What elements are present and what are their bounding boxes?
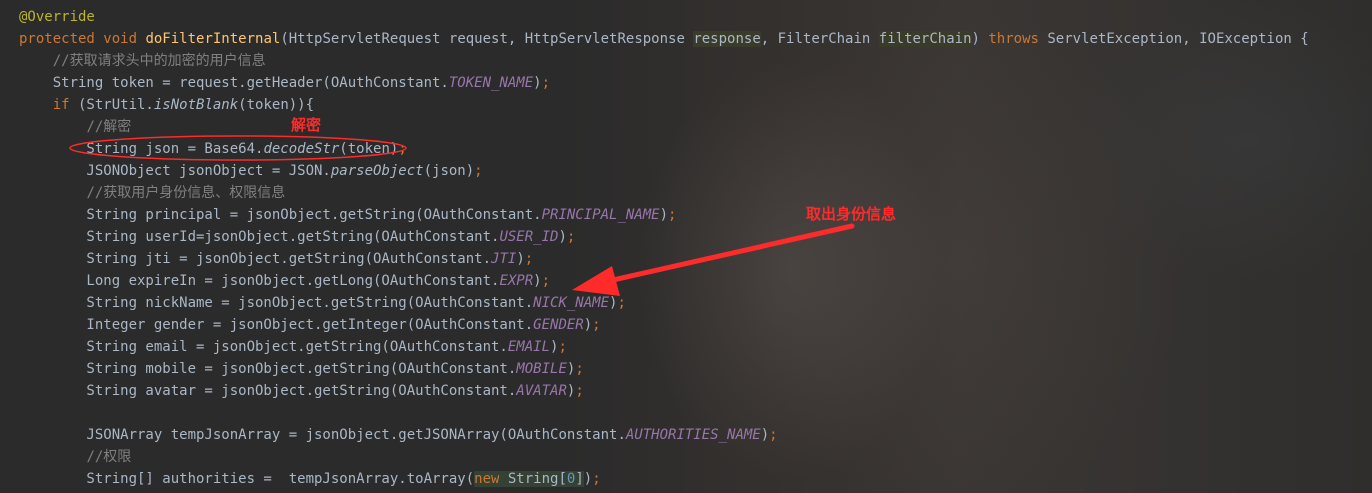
annotation-layer [69,135,855,296]
decrypt-annotation: 解密 [291,116,322,134]
arrow-icon [572,223,855,296]
identity-annotation: 取出身份信息 [806,205,897,223]
decrypt-highlight-ellipse [69,135,407,161]
